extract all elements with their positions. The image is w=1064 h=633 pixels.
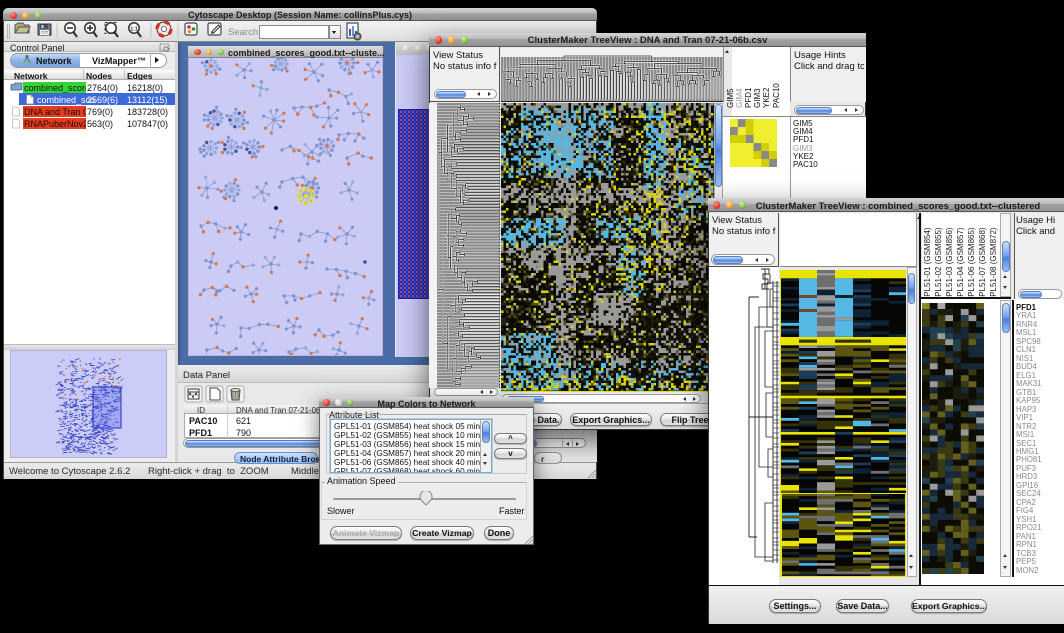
- svg-text:1:1: 1:1: [130, 27, 137, 33]
